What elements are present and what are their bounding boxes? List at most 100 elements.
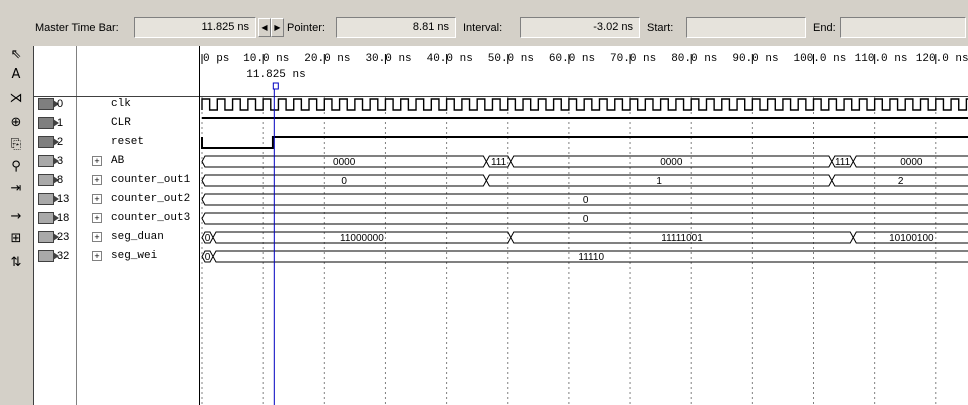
reset-waveform bbox=[201, 136, 968, 149]
seg_wei-bus-value: 0 bbox=[205, 252, 211, 263]
clk-waveform bbox=[201, 98, 968, 111]
seg_duan-bus-value: 0 bbox=[205, 233, 211, 244]
signal-index: 32 bbox=[57, 250, 70, 262]
signal-row-seg_wei[interactable]: 32 + seg_wei bbox=[34, 247, 200, 266]
bus-output-pin-icon bbox=[38, 231, 59, 243]
output-pin-icon bbox=[38, 117, 59, 129]
time-tick-label: 80.0 ns bbox=[671, 53, 717, 65]
copy-icon[interactable]: ⎘ bbox=[5, 136, 27, 154]
sort-icon[interactable]: ⇅ bbox=[5, 254, 27, 272]
signal-name: counter_out1 bbox=[111, 174, 191, 186]
ab-bus-value: 111 bbox=[491, 157, 507, 168]
time-tick-label: 90.0 ns bbox=[732, 53, 778, 65]
bus-output-pin-icon bbox=[38, 250, 59, 262]
interval-label: Interval: bbox=[463, 22, 503, 34]
counter_out1-bus-value: 2 bbox=[898, 176, 904, 187]
expand-plus-icon[interactable]: + bbox=[92, 175, 102, 185]
time-tick-label: 30.0 ns bbox=[365, 53, 411, 65]
expand-plus-icon[interactable]: + bbox=[92, 213, 102, 223]
signal-name: clk bbox=[111, 98, 131, 110]
time-tick-label: 20.0 ns bbox=[304, 53, 350, 65]
pointer-label: Pointer: bbox=[287, 22, 325, 34]
expand-plus-icon[interactable]: + bbox=[92, 251, 102, 261]
signal-index: 2 bbox=[57, 136, 64, 148]
bus-output-pin-icon bbox=[38, 155, 59, 167]
signal-row-clk[interactable]: 0 clk bbox=[34, 95, 200, 114]
pointer-field[interactable]: 8.81 ns bbox=[336, 17, 456, 38]
start-field[interactable] bbox=[686, 17, 806, 38]
master-time-bar-field[interactable]: 11.825 ns bbox=[134, 17, 256, 38]
waveform-canvas[interactable]: 0 ps 10.0 ns 20.0 ns 30.0 ns 40.0 ns 50.0 ns 6… bbox=[200, 46, 968, 405]
waveform-tools-toolbar: ⇖ A ⋊ ⊕ ⎘ ⚲ ⇥ → ⊞ ⇅ bbox=[0, 42, 33, 405]
cursor-time-label: 11.825 ns bbox=[246, 69, 305, 81]
ab-bus-value: 0000 bbox=[333, 157, 356, 168]
bus-output-pin-icon bbox=[38, 174, 59, 186]
replace-icon[interactable]: ⇥ bbox=[5, 180, 27, 198]
counter_out1-bus-value: 1 bbox=[656, 176, 662, 187]
time-tick-label: 110.0 ns bbox=[855, 53, 908, 65]
master-time-bar-label: Master Time Bar: bbox=[35, 22, 119, 34]
signal-index: 0 bbox=[57, 98, 64, 110]
output-pin-icon bbox=[38, 136, 59, 148]
previous-arrow-icon[interactable]: ◀ bbox=[258, 18, 271, 37]
bus-output-pin-icon bbox=[38, 193, 59, 205]
snap-to-grid-icon[interactable]: ⊞ bbox=[5, 230, 27, 248]
end-label: End: bbox=[813, 22, 836, 34]
ab-bus-value: 111 bbox=[835, 157, 851, 168]
zoom-tool-icon[interactable]: ⊕ bbox=[5, 114, 27, 132]
time-tick-label: 70.0 ns bbox=[610, 53, 656, 65]
expand-plus-icon[interactable]: + bbox=[92, 232, 102, 242]
ab-bus-value: 0000 bbox=[660, 157, 683, 168]
text-tool-icon[interactable]: A bbox=[5, 66, 27, 84]
time-bar-toolbar: Master Time Bar: 11.825 ns ◀ ▶ Pointer: … bbox=[0, 0, 968, 42]
signal-row-seg_duan[interactable]: 23 + seg_duan bbox=[34, 228, 200, 247]
time-tick-label: 10.0 ns bbox=[243, 53, 289, 65]
counter_out1-bus-value: 0 bbox=[341, 176, 347, 187]
signal-name: CLR bbox=[111, 117, 131, 129]
time-tick-label: 100.0 ns bbox=[794, 53, 847, 65]
signal-index: 23 bbox=[57, 231, 70, 243]
time-tick-label: 60.0 ns bbox=[549, 53, 595, 65]
signal-name: counter_out2 bbox=[111, 193, 191, 205]
signal-name-table: 0 clk 1 CLR 2 reset 3 + AB 8 + counter_out1 13 + count… bbox=[33, 46, 200, 405]
expand-plus-icon[interactable]: + bbox=[92, 156, 102, 166]
ab-bus-value: 0000 bbox=[900, 157, 923, 168]
signal-row-counter_out3[interactable]: 18 + counter_out3 bbox=[34, 209, 200, 228]
find-icon[interactable]: ⚲ bbox=[5, 158, 27, 176]
end-field[interactable] bbox=[840, 17, 966, 38]
interval-field[interactable]: -3.02 ns bbox=[520, 17, 640, 38]
seg_duan-bus-value: 10100100 bbox=[889, 233, 934, 244]
signal-index: 18 bbox=[57, 212, 70, 224]
signal-name: reset bbox=[111, 136, 145, 148]
next-arrow-icon[interactable]: ▶ bbox=[271, 18, 284, 37]
time-tick-label: 0 ps bbox=[203, 53, 229, 65]
seg_duan-bus-value: 11111001 bbox=[661, 233, 703, 244]
signal-row-clr[interactable]: 1 CLR bbox=[34, 114, 200, 133]
signal-index: 3 bbox=[57, 155, 64, 167]
next-transition-icon[interactable]: → bbox=[5, 208, 27, 226]
cursor-handle-icon bbox=[272, 82, 279, 90]
waveform-editing-tool-icon[interactable]: ⋊ bbox=[5, 90, 27, 108]
signal-row-ab[interactable]: 3 + AB bbox=[34, 152, 200, 171]
expand-plus-icon[interactable]: + bbox=[92, 194, 102, 204]
time-tick-label: 120.0 ns bbox=[916, 53, 968, 65]
master-time-bar-arrows: ◀ ▶ bbox=[258, 18, 284, 37]
signal-index: 13 bbox=[57, 193, 70, 205]
signal-row-counter_out2[interactable]: 13 + counter_out2 bbox=[34, 190, 200, 209]
signal-row-reset[interactable]: 2 reset bbox=[34, 133, 200, 152]
signal-name: counter_out3 bbox=[111, 212, 191, 224]
signal-index: 1 bbox=[57, 117, 64, 129]
seg_duan-bus-value: 11000000 bbox=[340, 233, 384, 244]
bus-output-pin-icon bbox=[38, 212, 59, 224]
signal-index: 8 bbox=[57, 174, 64, 186]
signal-name: seg_duan bbox=[111, 231, 164, 243]
counter_out2-bus-value: 0 bbox=[583, 195, 589, 206]
start-label: Start: bbox=[647, 22, 674, 34]
seg_wei-bus-value: 11110 bbox=[578, 252, 604, 263]
output-pin-icon bbox=[38, 98, 59, 110]
pointer-tool-icon[interactable]: ⇖ bbox=[5, 46, 27, 64]
time-tick-label: 50.0 ns bbox=[488, 53, 534, 65]
waveform-pane[interactable]: 0 ps 10.0 ns 20.0 ns 30.0 ns 40.0 ns 50.0 ns 6… bbox=[199, 46, 968, 405]
signal-row-counter_out1[interactable]: 8 + counter_out1 bbox=[34, 171, 200, 190]
counter_out3-bus-value: 0 bbox=[583, 214, 589, 225]
